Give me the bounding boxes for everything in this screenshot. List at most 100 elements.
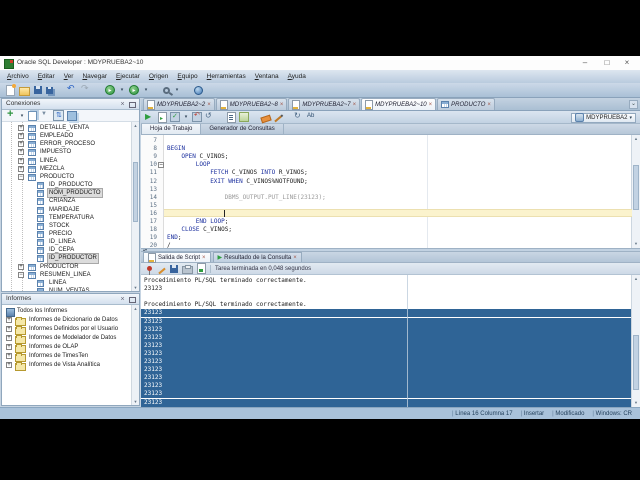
tree-expand-icon[interactable]: +: [6, 335, 12, 341]
code-line[interactable]: 9 OPEN C_VINOS;: [141, 153, 632, 161]
tab-close-icon[interactable]: ×: [280, 102, 284, 108]
tree-row[interactable]: LINEA: [2, 279, 132, 287]
add-icon[interactable]: [6, 108, 16, 121]
chevron-down-icon[interactable]: ▾: [183, 112, 189, 122]
tab-close-icon[interactable]: ×: [202, 255, 206, 261]
close-button[interactable]: ×: [620, 57, 634, 68]
menu-item-ejecutar[interactable]: Ejecutar: [116, 73, 140, 80]
output-line[interactable]: 23123: [141, 398, 632, 407]
history-icon[interactable]: [205, 111, 215, 122]
script-output-body[interactable]: Procedimiento PL/SQL terminado correctam…: [141, 275, 632, 407]
output-line[interactable]: 23123: [141, 382, 632, 391]
tree-row[interactable]: ID_PRODUCTOR: [2, 253, 132, 264]
report-folder-row[interactable]: + Informes de OLAP: [2, 343, 132, 353]
subtab-generador-de-consultas[interactable]: Generador de Consultas: [201, 124, 284, 134]
menu-item-equipo[interactable]: Equipo: [177, 73, 197, 80]
tree-expand-icon[interactable]: +: [18, 125, 24, 131]
tree-row[interactable]: + PRODUCTOR: [2, 263, 132, 271]
editor-tab-mdyprueba2~10[interactable]: MDYPRUEBA2~10 ×: [361, 98, 437, 110]
tree-row[interactable]: + EMPLEADO: [2, 132, 132, 141]
code-line[interactable]: 11 FETCH C_VINOS INTO R_VINOS;: [141, 169, 632, 177]
tree-expand-icon[interactable]: +: [6, 344, 12, 350]
tree-row[interactable]: + MEZCLA: [2, 165, 132, 173]
run-alt-icon[interactable]: [129, 85, 139, 96]
clear-icon[interactable]: [260, 114, 272, 123]
code-line[interactable]: 8 BEGIN: [141, 145, 632, 153]
tab-close-icon[interactable]: ×: [353, 102, 357, 108]
menu-item-navegar[interactable]: Navegar: [82, 73, 107, 80]
menu-item-herramientas[interactable]: Herramientas: [207, 73, 246, 80]
output-line[interactable]: 23123: [141, 285, 632, 293]
open-folder-icon[interactable]: [19, 86, 30, 96]
tree-row[interactable]: − RESUMEN_LINEA: [2, 271, 132, 279]
tree-row[interactable]: NOM_PRODUCTO: [2, 188, 132, 199]
tree-expand-icon[interactable]: +: [18, 133, 24, 140]
tree-expand-icon[interactable]: +: [18, 157, 24, 164]
tab-close-icon[interactable]: ×: [487, 102, 491, 108]
export-icon[interactable]: [197, 263, 206, 274]
output-line[interactable]: 23123: [141, 358, 632, 367]
connections-scrollbar[interactable]: ▲ ▼: [131, 122, 139, 291]
chevron-down-icon[interactable]: ▾: [143, 85, 149, 95]
chevron-down-icon[interactable]: ▾: [174, 85, 180, 95]
connection-selector[interactable]: MDYPRUEBA2 ▾: [571, 112, 636, 123]
code-line[interactable]: 16: [141, 210, 632, 218]
tree-row[interactable]: NUM_VENTAS: [2, 287, 132, 291]
output-tab-resultado-de-la-consulta[interactable]: ▶ Resultado de la Consulta ×: [212, 252, 302, 262]
output-line[interactable]: 23123: [141, 366, 632, 375]
tree-row[interactable]: MARIDAJE: [2, 206, 132, 214]
output-scrollbar[interactable]: ▲ ▼: [631, 275, 640, 407]
code-line[interactable]: 7: [141, 137, 632, 145]
pencil-icon[interactable]: [274, 115, 282, 123]
output-line[interactable]: 23123: [141, 309, 632, 318]
tree-row[interactable]: + DETALLE_VENTA: [2, 124, 132, 132]
edit-icon[interactable]: [158, 267, 166, 274]
globe-icon[interactable]: [194, 85, 203, 95]
editor-tab-mdyprueba2~8[interactable]: MDYPRUEBA2~8 ×: [215, 98, 288, 110]
tree-row[interactable]: TEMPERATURA: [2, 214, 132, 222]
tree-row[interactable]: PRECIO: [2, 230, 132, 238]
tree-row[interactable]: + LINEA: [2, 157, 132, 165]
output-line[interactable]: [141, 293, 632, 301]
output-line[interactable]: Procedimiento PL/SQL terminado correctam…: [141, 301, 632, 309]
fold-collapse-icon[interactable]: −: [158, 162, 164, 169]
output-line[interactable]: 23123: [141, 390, 632, 399]
chevron-down-icon[interactable]: ▾: [119, 85, 125, 95]
code-editor[interactable]: ▲ ▼ 7 8 BEGIN 9 OPEN C_VINOS; 10− LOOP 11 FETCH …: [141, 135, 640, 248]
minimize-button[interactable]: –: [578, 57, 592, 68]
menu-item-editar[interactable]: Editar: [38, 73, 55, 80]
tab-close-icon[interactable]: ×: [429, 102, 433, 108]
chevron-down-icon[interactable]: ▾: [19, 111, 25, 121]
editor-tab-producto[interactable]: PRODUCTO ×: [437, 98, 495, 110]
sort-icon[interactable]: [53, 110, 64, 121]
tree-expand-icon[interactable]: +: [6, 326, 12, 332]
menu-item-ayuda[interactable]: Ayuda: [288, 73, 306, 80]
save-icon[interactable]: [34, 86, 42, 94]
panel-close-icon[interactable]: ×: [118, 295, 127, 304]
tree-row[interactable]: CRIANZA: [2, 197, 132, 206]
tab-close-icon[interactable]: ×: [207, 102, 211, 108]
find-icon[interactable]: [163, 87, 170, 94]
save-icon[interactable]: [170, 264, 178, 273]
menu-item-ventana[interactable]: Ventana: [255, 73, 279, 80]
code-line[interactable]: 18 CLOSE C_VINOS;: [141, 226, 632, 234]
editor-scrollbar[interactable]: ▲ ▼: [631, 135, 640, 248]
refresh-icon[interactable]: [28, 110, 37, 121]
rollback-icon[interactable]: [192, 111, 202, 122]
panel-restore-icon[interactable]: [128, 295, 137, 304]
output-line[interactable]: 23123: [141, 341, 632, 350]
panel-restore-icon[interactable]: [128, 100, 137, 109]
tree-row[interactable]: ID_LINEA: [2, 238, 132, 247]
tree-row[interactable]: + IMPUESTO: [2, 148, 132, 157]
tree-expand-icon[interactable]: +: [18, 141, 24, 148]
report-folder-row[interactable]: + Informes de Vista Analítica: [2, 361, 132, 371]
tree-row[interactable]: + ERROR_PROCESO: [2, 140, 132, 149]
tree-expand-icon[interactable]: +: [6, 353, 12, 359]
reports-root-row[interactable]: Todos los Informes: [2, 307, 132, 317]
code-line[interactable]: 19 END;: [141, 234, 632, 242]
code-line[interactable]: 13: [141, 186, 632, 194]
code-line[interactable]: 12 EXIT WHEN C_VINOS%NOTFOUND;: [141, 178, 632, 186]
output-line[interactable]: 23123: [141, 374, 632, 383]
menu-item-origen[interactable]: Origen: [149, 73, 169, 80]
output-line[interactable]: Procedimiento PL/SQL terminado correctam…: [141, 277, 632, 285]
